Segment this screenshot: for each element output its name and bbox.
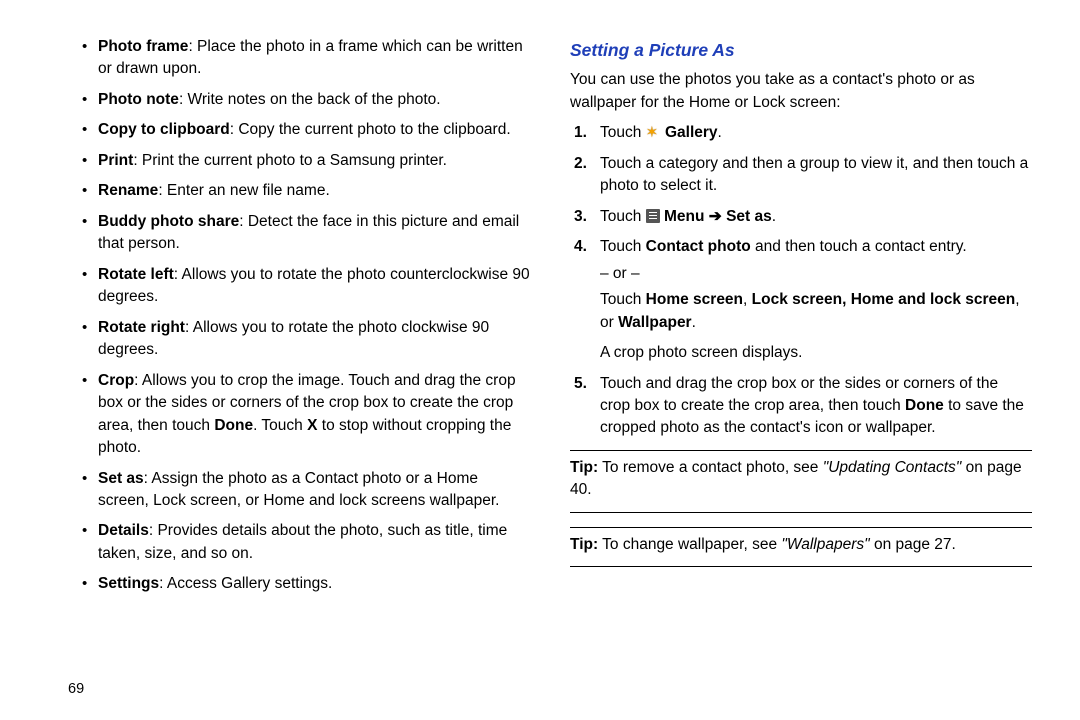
step-number: 2.	[574, 153, 587, 175]
term: Print	[98, 152, 133, 169]
rule	[570, 450, 1032, 451]
right-column: Setting a Picture As You can use the pho…	[560, 36, 1032, 700]
tip-link: "Updating Contacts"	[823, 459, 962, 476]
step-2: 2. Touch a category and then a group to …	[570, 153, 1032, 198]
step-number: 3.	[574, 206, 587, 228]
list-item-settings: Settings: Access Gallery settings.	[70, 573, 532, 595]
desc-p2: . Touch	[253, 417, 307, 434]
term: Photo note	[98, 91, 179, 108]
desc: : Copy the current photo to the clipboar…	[230, 121, 511, 138]
term: Crop	[98, 372, 134, 389]
list-item: Rotate left: Allows you to rotate the ph…	[70, 264, 532, 309]
lock-screen-label: Lock screen, Home and lock screen	[752, 291, 1016, 308]
tip-link: "Wallpapers"	[781, 536, 869, 553]
desc: : Access Gallery settings.	[159, 575, 332, 592]
desc: : Print the current photo to a Samsung p…	[133, 152, 447, 169]
rule	[570, 512, 1032, 513]
list-item: Photo frame: Place the photo in a frame …	[70, 36, 532, 81]
desc: : Write notes on the back of the photo.	[179, 91, 441, 108]
gallery-icon	[646, 124, 661, 139]
list-item-setas: Set as: Assign the photo as a Contact ph…	[70, 468, 532, 513]
page-number: 69	[68, 679, 84, 700]
intro-text: You can use the photos you take as a con…	[570, 69, 1032, 114]
done-label: Done	[905, 397, 944, 414]
steps-list: 1. Touch Gallery. 2. Touch a category an…	[570, 122, 1032, 440]
desc: : Assign the photo as a Contact photo or…	[98, 470, 499, 509]
tip-lead: Tip:	[570, 459, 598, 476]
step-text-pre: Touch	[600, 124, 646, 141]
term: Settings	[98, 575, 159, 592]
left-column: Photo frame: Place the photo in a frame …	[70, 36, 560, 700]
arrow-icon: ➔	[709, 208, 722, 225]
term: Copy to clipboard	[98, 121, 230, 138]
term: Rotate left	[98, 266, 174, 283]
t: Touch	[600, 291, 646, 308]
t: .	[692, 314, 696, 331]
tip-2: Tip: To change wallpaper, see "Wallpaper…	[570, 534, 1032, 556]
list-item: Photo note: Write notes on the back of t…	[70, 89, 532, 111]
tip-1: Tip: To remove a contact photo, see "Upd…	[570, 457, 1032, 502]
step-number: 1.	[574, 122, 587, 144]
setas-label: Set as	[722, 208, 772, 225]
done-label: Done	[214, 417, 253, 434]
list-item-crop: Crop: Allows you to crop the image. Touc…	[70, 370, 532, 460]
step-text-pre: Touch	[600, 238, 646, 255]
term: Buddy photo share	[98, 213, 239, 230]
list-item: Buddy photo share: Detect the face in th…	[70, 211, 532, 256]
term: Details	[98, 522, 149, 539]
step-text-post: .	[718, 124, 722, 141]
contact-photo-label: Contact photo	[646, 238, 751, 255]
step-text-post: .	[772, 208, 776, 225]
desc: : Provides details about the photo, such…	[98, 522, 507, 561]
step-1: 1. Touch Gallery.	[570, 122, 1032, 144]
section-heading: Setting a Picture As	[570, 36, 1032, 63]
term: Photo frame	[98, 38, 188, 55]
home-screen-label: Home screen	[646, 291, 743, 308]
step-text-pre: Touch	[600, 208, 646, 225]
list-item: Print: Print the current photo to a Sams…	[70, 150, 532, 172]
list-item-details: Details: Provides details about the phot…	[70, 520, 532, 565]
desc: : Enter an new file name.	[158, 182, 329, 199]
tip-lead: Tip:	[570, 536, 598, 553]
x-label: X	[307, 417, 317, 434]
step-5: 5. Touch and drag the crop box or the si…	[570, 373, 1032, 440]
step-3: 3. Touch Menu ➔ Set as.	[570, 206, 1032, 228]
step-number: 5.	[574, 373, 587, 395]
term: Set as	[98, 470, 144, 487]
step-4c: A crop photo screen displays.	[600, 342, 1032, 364]
t: ,	[743, 291, 752, 308]
tip-text: To change wallpaper, see	[598, 536, 781, 553]
tip-text: To remove a contact photo, see	[598, 459, 823, 476]
term: Rename	[98, 182, 158, 199]
step-number: 4.	[574, 236, 587, 258]
wallpaper-label: Wallpaper	[618, 314, 692, 331]
menu-icon	[646, 209, 660, 223]
step-4: 4. Touch Contact photo and then touch a …	[570, 236, 1032, 364]
step-text: Touch a category and then a group to vie…	[600, 155, 1028, 194]
menu-label: Menu	[660, 208, 709, 225]
list-item: Rename: Enter an new file name.	[70, 180, 532, 202]
left-bullet-list: Photo frame: Place the photo in a frame …	[70, 36, 532, 596]
tip-post: on page 27.	[870, 536, 956, 553]
or-line: – or –	[600, 263, 1032, 285]
step-text-mid: and then touch a contact entry.	[751, 238, 967, 255]
page: Photo frame: Place the photo in a frame …	[0, 0, 1080, 720]
term: Rotate right	[98, 319, 185, 336]
list-item: Rotate right: Allows you to rotate the p…	[70, 317, 532, 362]
list-item: Copy to clipboard: Copy the current phot…	[70, 119, 532, 141]
step-4b: Touch Home screen, Lock screen, Home and…	[600, 289, 1032, 334]
rule	[570, 566, 1032, 567]
rule	[570, 527, 1032, 528]
gallery-label: Gallery	[661, 124, 718, 141]
